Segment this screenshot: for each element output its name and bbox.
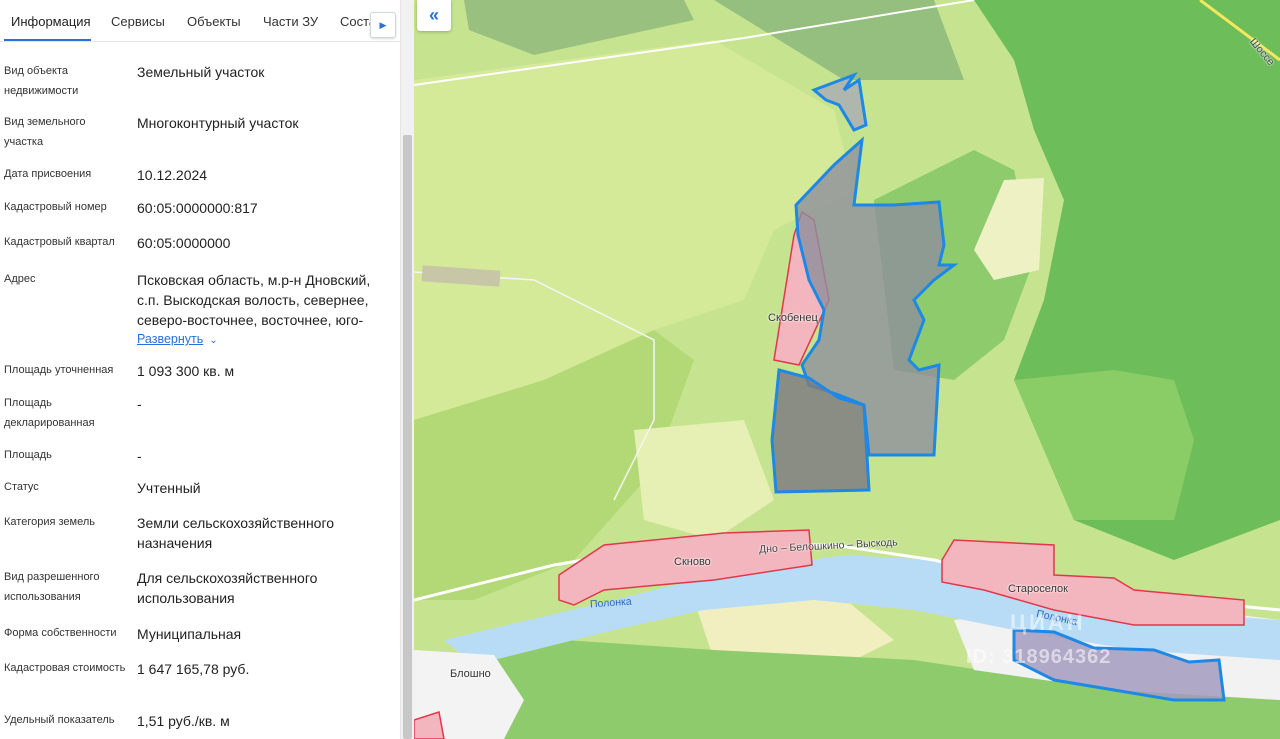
field-value: Учтенный [137,480,201,496]
field-label: Площадь [4,449,52,461]
field-label: Площадь декларированная [4,397,95,429]
tabs-scroll-right-button[interactable]: ▶ [370,12,396,38]
triangle-right-icon: ▶ [379,19,387,30]
field-value[interactable]: 60:05:0000000:817 [137,198,392,218]
map-label-blosno: Блошно [450,668,491,680]
field-label: Вид разрешенного использования [4,571,100,603]
tab-parcel-parts[interactable]: Части ЗУ [263,14,318,29]
info-panel: Информация Сервисы Объекты Части ЗУ Сост… [0,0,400,739]
field-value: Земельный участок [137,64,265,80]
watermark-logo: ЦИАН [1010,610,1086,635]
field-value[interactable]: 60:05:0000000 [137,233,392,253]
field-label: Вид земельного участка [4,116,86,148]
field-label: Кадастровая стоимость [4,662,126,674]
field-value: 1 093 300 кв. м [137,363,235,379]
active-tab-indicator [4,39,91,41]
map-label-staroselok: Староселок [1008,583,1068,595]
field-label: Площадь уточненная [4,364,114,376]
map-view[interactable]: Скобенец Скново Староселок Блошно Дно – … [414,0,1280,739]
field-value: - [137,448,142,464]
field-value: Для сельскохозяйственного использования [137,570,318,606]
field-value: 10.12.2024 [137,167,208,183]
panel-scrollbar[interactable] [400,0,414,739]
field-value: 1,51 руб./кв. м [137,713,230,729]
field-label: Категория земель [4,516,95,528]
field-value: Муниципальная [137,626,242,642]
collapse-panel-button[interactable]: « [417,0,451,31]
address-line-2: с.п. Выскодская волость, севернее, [137,292,369,308]
tab-services[interactable]: Сервисы [111,14,165,29]
field-value: 1 647 165,78 руб. [137,661,250,677]
field-label: Статус [4,481,39,493]
scrollbar-thumb[interactable] [403,135,412,739]
field-label: Удельный показатель [4,714,115,726]
field-value: - [137,396,142,412]
tab-objects[interactable]: Объекты [187,14,241,29]
field-value: Земли сельскохозяйственного назначения [137,515,335,551]
tab-bar: Информация Сервисы Объекты Части ЗУ Сост… [0,0,400,42]
field-label: Адрес [4,273,36,285]
expand-label: Развернуть [137,332,204,346]
map-label-sknovo: Скново [674,556,711,568]
field-label: Кадастровый номер [4,201,107,213]
map-label-skobenets: Скобенец [768,312,818,324]
field-label: Вид объекта недвижимости [4,65,79,97]
double-chevron-left-icon: « [428,5,439,25]
tab-info[interactable]: Информация [11,14,91,29]
map-canvas[interactable] [414,0,1280,739]
address-line-3: северо-восточнее, восточнее, юго- [137,312,364,328]
address-expand-link[interactable]: Развернуть ⌄ [137,332,218,346]
field-label: Кадастровый квартал [4,236,115,248]
field-label: Дата присвоения [4,168,92,180]
chevron-down-icon: ⌄ [209,335,218,346]
field-label: Форма собственности [4,627,117,639]
watermark-id: ID: 318964362 [966,646,1112,668]
field-value: Многоконтурный участок [137,115,299,131]
address-line-1: Псковская область, м.р-н Дновский, [137,272,371,288]
